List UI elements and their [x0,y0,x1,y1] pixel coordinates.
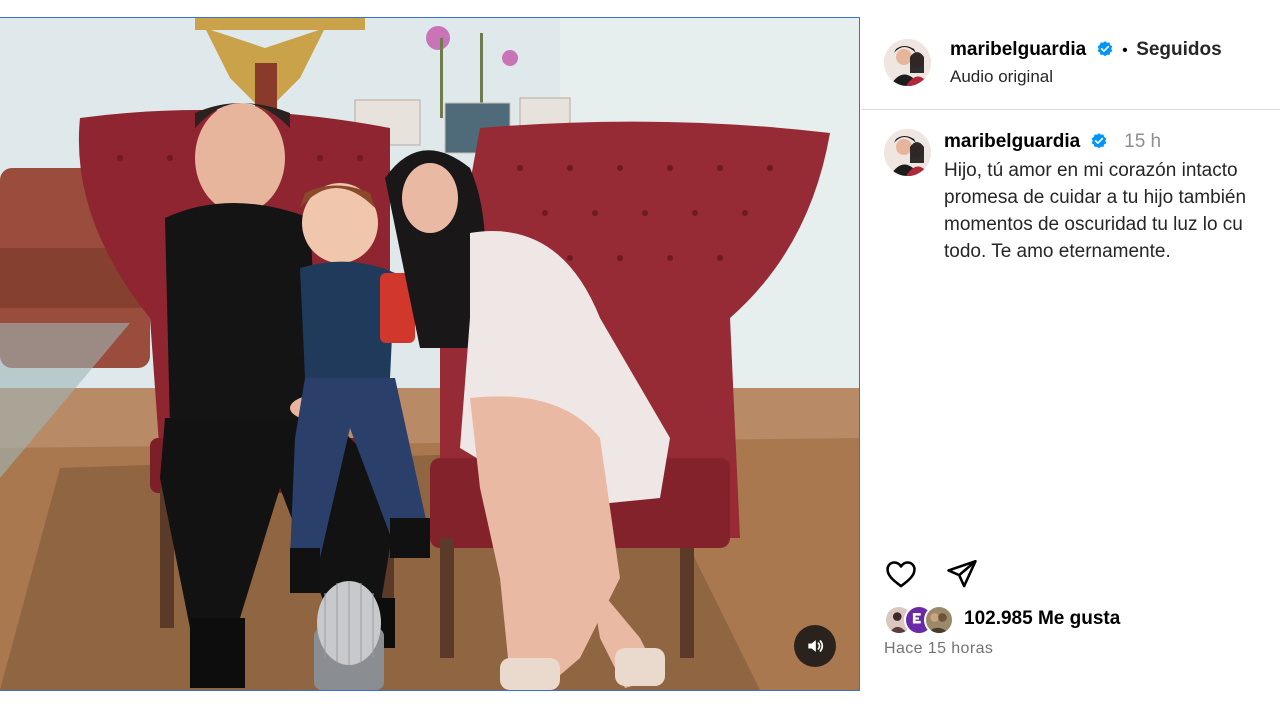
share-button[interactable] [945,557,979,591]
likes-count[interactable]: 102.985 Me gusta [964,608,1120,630]
caption-timestamp[interactable]: 15 h [1124,131,1161,152]
verified-badge-icon [1097,41,1112,57]
caption-verified-icon [1091,133,1106,149]
author-username[interactable]: maribelguardia [950,39,1086,60]
post-timestamp[interactable]: Hace 15 horas [884,640,993,658]
caption-line: promesa de cuidar a tu hijo también [944,187,1247,208]
caption-line: Hijo, tú amor en mi corazón intacto [944,160,1238,181]
liker-avatar[interactable] [924,605,954,635]
caption-username[interactable]: maribelguardia [944,131,1080,152]
speaker-icon [808,640,824,652]
author-avatar[interactable] [884,39,931,86]
heart-icon [886,561,916,588]
header-author-line: maribelguardia • Seguidos [950,39,1222,61]
post-media-video[interactable] [0,17,860,691]
paper-plane-icon [947,559,977,588]
sound-toggle-button[interactable] [794,625,836,667]
caption-text: Hijo, tú amor en mi corazón intacto prom… [944,157,1280,265]
post-details-panel: maribelguardia • Seguidos Audio original… [861,17,1280,689]
caption-author-avatar[interactable] [884,129,931,176]
post-header: maribelguardia • Seguidos Audio original [861,17,1280,110]
caption-avatar-image [884,129,931,176]
caption-line: todo. Te amo eternamente. [944,241,1171,262]
video-frame [0,18,859,690]
caption-line: momentos de oscuridad tu luz lo cu [944,214,1243,235]
like-button[interactable] [884,557,918,591]
author-avatar-image [884,39,931,86]
post-actions-bar [884,557,1280,591]
audio-label[interactable]: Audio original [950,67,1053,87]
liker-avatar-image [927,613,949,633]
following-button[interactable]: Seguidos [1136,39,1222,60]
caption-author-line: maribelguardia 15 h [944,131,1161,153]
separator-dot: • [1122,42,1128,59]
